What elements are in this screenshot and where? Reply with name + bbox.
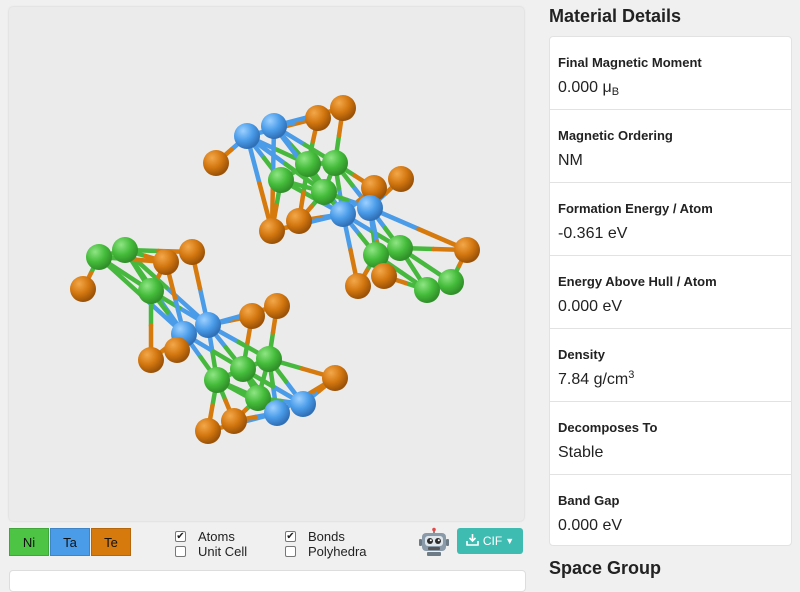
viewer-controls: Ni Ta Te ✔ Atoms Unit Cell ✔ Bonds Polyh… <box>9 524 524 560</box>
atom-ni <box>256 346 282 372</box>
atom-te <box>221 408 247 434</box>
atom-ni <box>311 179 337 205</box>
detail-value-subscript: B <box>611 86 620 98</box>
legend-te-button[interactable]: Te <box>91 528 131 556</box>
detail-value-text: -0.361 eV <box>558 225 628 242</box>
polyhedra-label: Polyhedra <box>308 544 367 559</box>
download-icon <box>466 533 479 549</box>
atom-ta <box>261 113 287 139</box>
detail-value: 0.000 eV <box>558 298 791 316</box>
polyhedra-checkbox[interactable] <box>285 546 296 557</box>
atom-ni <box>438 269 464 295</box>
bonds-label: Bonds <box>308 529 345 544</box>
bond-layer <box>80 105 470 434</box>
material-details-card: Final Magnetic Moment 0.000 μB Magnetic Or… <box>549 36 792 546</box>
detail-value: 0.000 eV <box>558 517 791 535</box>
caret-down-icon: ▼ <box>505 536 515 546</box>
atom-te <box>330 95 356 121</box>
detail-value: 0.000 μB <box>558 79 791 98</box>
legend-ta-button[interactable]: Ta <box>50 528 90 556</box>
polyhedra-option[interactable]: Polyhedra <box>285 544 367 559</box>
detail-label: Band Gap <box>558 493 620 508</box>
detail-value-superscript: 3 <box>628 369 635 381</box>
atom-ta <box>195 312 221 338</box>
detail-value-text: 0.000 eV <box>558 298 623 315</box>
atom-ta <box>330 201 356 227</box>
detail-value-text: 0.000 eV <box>558 517 623 534</box>
atom-te <box>195 418 221 444</box>
atom-te <box>371 263 397 289</box>
detail-row: Final Magnetic Moment 0.000 μB <box>550 37 791 110</box>
unit-cell-checkbox[interactable] <box>175 546 186 557</box>
atom-te <box>203 150 229 176</box>
bottom-panel <box>9 570 526 592</box>
space-group-title: Space Group <box>549 558 662 578</box>
bonds-option[interactable]: ✔ Bonds <box>285 529 345 544</box>
robot-icon[interactable] <box>419 527 449 557</box>
atom-te <box>388 166 414 192</box>
detail-row: Formation Energy / Atom -0.361 eV <box>550 183 791 256</box>
cif-export-button[interactable]: CIF ▼ <box>457 528 523 554</box>
atom-ni <box>268 167 294 193</box>
detail-row: Density 7.84 g/cm3 <box>550 329 791 402</box>
detail-value-text: 7.84 g/cm <box>558 371 629 388</box>
unit-cell-option[interactable]: Unit Cell <box>175 544 247 559</box>
atoms-label: Atoms <box>198 529 235 544</box>
atom-te <box>305 105 331 131</box>
atom-ni <box>387 235 413 261</box>
atom-ta <box>357 195 383 221</box>
atom-te <box>138 347 164 373</box>
atom-ni <box>295 151 321 177</box>
detail-value-text: Stable <box>558 444 604 461</box>
cif-label: CIF <box>482 534 503 548</box>
atom-te <box>70 276 96 302</box>
atom-ni <box>86 244 112 270</box>
atom-ta <box>264 400 290 426</box>
element-legend: Ni Ta Te <box>9 528 132 556</box>
bonds-checkbox[interactable]: ✔ <box>285 531 296 542</box>
structure-viewer[interactable] <box>9 7 524 521</box>
atom-te <box>286 208 312 234</box>
detail-value: Stable <box>558 444 791 462</box>
atom-ta <box>290 391 316 417</box>
detail-label: Decomposes To <box>558 420 658 435</box>
detail-label: Final Magnetic Moment <box>558 55 702 70</box>
material-details-title: Material Details <box>549 6 682 26</box>
detail-row: Decomposes To Stable <box>550 402 791 475</box>
atom-ni <box>414 277 440 303</box>
detail-label: Density <box>558 347 605 362</box>
legend-ni-button[interactable]: Ni <box>9 528 49 556</box>
atom-te <box>239 303 265 329</box>
atom-te <box>179 239 205 265</box>
detail-label: Energy Above Hull / Atom <box>558 274 717 289</box>
atoms-checkbox[interactable]: ✔ <box>175 531 186 542</box>
atom-ni <box>322 150 348 176</box>
atom-te <box>322 365 348 391</box>
detail-value-text: NM <box>558 152 583 169</box>
detail-label: Magnetic Ordering <box>558 128 673 143</box>
unit-cell-label: Unit Cell <box>198 544 248 559</box>
atom-te <box>345 273 371 299</box>
detail-value-text: 0.000 μ <box>558 79 612 96</box>
atom-te <box>153 249 179 275</box>
detail-row: Band Gap 0.000 eV <box>550 475 791 548</box>
detail-label: Formation Energy / Atom <box>558 201 713 216</box>
detail-value: -0.361 eV <box>558 225 791 243</box>
atom-te <box>454 237 480 263</box>
atom-te <box>259 218 285 244</box>
atom-te <box>164 337 190 363</box>
crystal-structure-canvas[interactable] <box>9 7 524 521</box>
detail-row: Magnetic Ordering NM <box>550 110 791 183</box>
atom-ta <box>234 123 260 149</box>
atom-ni <box>230 356 256 382</box>
detail-row: Energy Above Hull / Atom 0.000 eV <box>550 256 791 329</box>
atom-te <box>264 293 290 319</box>
detail-value: 7.84 g/cm3 <box>558 369 791 389</box>
atom-ni <box>138 278 164 304</box>
atoms-option[interactable]: ✔ Atoms <box>175 529 235 544</box>
atom-ni <box>112 237 138 263</box>
detail-value: NM <box>558 152 791 170</box>
atom-ni <box>204 367 230 393</box>
